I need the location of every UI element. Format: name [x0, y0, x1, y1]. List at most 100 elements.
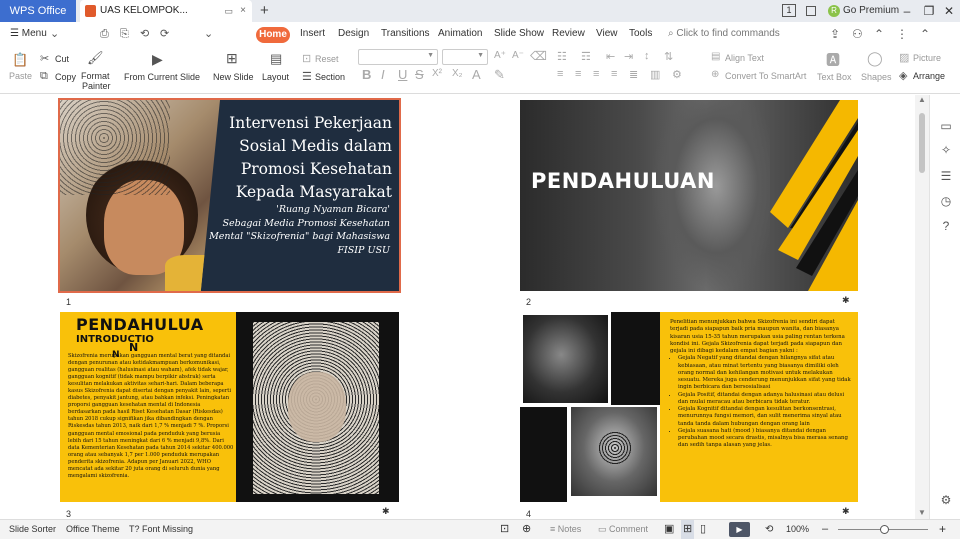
panel-settings-icon[interactable]: ⚙: [938, 493, 954, 507]
highlight-icon[interactable]: ✎: [494, 67, 505, 83]
fit-window-icon[interactable]: ⊡: [500, 520, 509, 539]
text-direction-icon[interactable]: ⇅: [664, 50, 673, 63]
slide-sorter-view-icon[interactable]: ⊞: [681, 520, 695, 539]
picture-button[interactable]: Picture: [913, 53, 941, 63]
menu-button[interactable]: ☰ Menu: [10, 22, 47, 46]
collaborate-icon[interactable]: ⚇: [852, 22, 863, 46]
wps-office-tab[interactable]: WPS Office: [0, 0, 76, 22]
tab-home[interactable]: Home: [256, 27, 290, 43]
new-slide-button[interactable]: New Slide: [213, 72, 254, 82]
print-icon[interactable]: ⎘: [120, 22, 129, 46]
underline-button[interactable]: U: [398, 67, 407, 82]
tab-close-icon[interactable]: ×: [240, 0, 246, 22]
slide-thumbnail-3[interactable]: PENDAHULUA INTRODUCTIO N N Skizofrenia m…: [60, 312, 399, 502]
numbering-icon[interactable]: ☶: [581, 50, 591, 63]
window-count-badge[interactable]: 1: [782, 4, 796, 17]
scroll-up-icon[interactable]: ▲: [918, 95, 926, 104]
office-theme-label[interactable]: Office Theme: [66, 520, 120, 539]
strikethrough-button[interactable]: S: [415, 67, 424, 82]
columns-icon[interactable]: ▥: [650, 68, 660, 81]
tab-animation[interactable]: Animation: [438, 22, 482, 46]
section-button[interactable]: Section: [315, 72, 345, 82]
subscript-button[interactable]: X₂: [452, 68, 463, 79]
redo-icon[interactable]: ⟳: [160, 22, 169, 46]
undo-icon[interactable]: ⟲: [140, 22, 149, 46]
tab-slide-show[interactable]: Slide Show: [494, 22, 544, 46]
scroll-down-icon[interactable]: ▼: [918, 508, 926, 517]
decrease-font-icon[interactable]: A⁻: [512, 50, 524, 61]
document-tab[interactable]: UAS KELOMPOK... SKIZOFRENIA ▭ ×: [80, 0, 252, 38]
notes-button[interactable]: ≡ Notes: [550, 520, 581, 539]
font-missing-button[interactable]: T? Font Missing: [129, 520, 193, 539]
new-tab-button[interactable]: +: [260, 0, 269, 22]
scrollbar-thumb[interactable]: [919, 113, 925, 173]
zoom-out-button[interactable]: –: [822, 520, 828, 539]
distribute-icon[interactable]: ≣: [629, 68, 638, 81]
menu-dropdown-icon[interactable]: ⌄: [50, 22, 59, 46]
increase-indent-icon[interactable]: ⇥: [624, 50, 633, 63]
slide-thumbnail-4[interactable]: Penelitian menunjukkan bahwa Skizofrenia…: [520, 312, 858, 502]
help-panel-icon[interactable]: ?: [938, 219, 954, 233]
cut-button[interactable]: Cut: [55, 54, 69, 64]
layout-button[interactable]: Layout: [262, 72, 289, 82]
slide-thumbnail-2[interactable]: PENDAHULUAN: [520, 100, 858, 291]
tab-pin-icon[interactable]: ▭: [224, 0, 233, 22]
minimize-button[interactable]: –: [896, 0, 918, 22]
align-text-button[interactable]: Align Text: [725, 53, 764, 63]
close-window-button[interactable]: ✕: [938, 0, 960, 22]
apps-grid-icon[interactable]: [806, 6, 816, 16]
slide-sorter-label[interactable]: Slide Sorter: [9, 520, 56, 539]
text-box-button[interactable]: Text Box: [817, 72, 852, 82]
from-current-slide-button[interactable]: From Current Slide: [124, 72, 200, 82]
comment-button[interactable]: ▭ Comment: [598, 520, 648, 539]
zoom-level[interactable]: 100%: [786, 520, 809, 539]
zoom-in-button[interactable]: +: [939, 520, 946, 539]
shapes-button[interactable]: Shapes: [861, 72, 892, 82]
slide-show-play-icon[interactable]: ▶: [729, 522, 750, 537]
tab-review[interactable]: Review: [552, 22, 585, 46]
customize-quick-access-icon[interactable]: ⌄: [204, 22, 213, 46]
align-right-icon[interactable]: ≡: [593, 68, 599, 80]
save-icon[interactable]: ⎙: [100, 22, 109, 46]
paste-button[interactable]: Paste: [9, 71, 32, 81]
restore-button[interactable]: ❐: [918, 0, 940, 22]
spell-check-icon[interactable]: ⊕: [522, 520, 531, 539]
tab-transitions[interactable]: Transitions: [381, 22, 430, 46]
paragraph-settings-icon[interactable]: ⚙: [672, 68, 682, 81]
italic-button[interactable]: I: [381, 67, 385, 82]
reading-view-icon[interactable]: ▯: [700, 520, 706, 539]
animation-star-icon[interactable]: ✱: [842, 295, 850, 306]
convert-smartart-button[interactable]: Convert To SmartArt: [725, 71, 806, 81]
justify-icon[interactable]: ≡: [611, 68, 617, 80]
vertical-scrollbar[interactable]: ▲ ▼: [915, 95, 929, 519]
line-spacing-icon[interactable]: ↕: [644, 50, 650, 62]
font-name-combo[interactable]: ▼: [358, 49, 438, 65]
normal-view-icon[interactable]: ▣: [664, 520, 674, 539]
bullets-icon[interactable]: ☷: [557, 50, 567, 63]
slide-thumbnail-1[interactable]: Intervensi Pekerjaan Sosial Medis dalam …: [58, 98, 401, 293]
expand-icon[interactable]: ⌃: [874, 22, 884, 46]
font-size-combo[interactable]: ▼: [442, 49, 488, 65]
tab-insert[interactable]: Insert: [300, 22, 325, 46]
animation-star-icon[interactable]: ✱: [842, 506, 850, 517]
reset-button[interactable]: Reset: [315, 54, 339, 64]
properties-panel-icon[interactable]: ☰: [938, 169, 954, 183]
more-icon[interactable]: ⋮: [896, 22, 908, 46]
history-panel-icon[interactable]: ◷: [938, 194, 954, 208]
avatar[interactable]: R: [828, 5, 840, 17]
go-premium-button[interactable]: Go Premium: [843, 0, 899, 22]
comment-panel-icon[interactable]: ▭: [938, 119, 954, 133]
format-painter-button[interactable]: Format: [81, 71, 110, 81]
design-panel-icon[interactable]: ✧: [938, 143, 954, 157]
bold-button[interactable]: B: [362, 67, 371, 82]
share-icon[interactable]: ⇪: [830, 22, 840, 46]
decrease-indent-icon[interactable]: ⇤: [606, 50, 615, 63]
zoom-slider-handle[interactable]: [880, 525, 889, 534]
tab-view[interactable]: View: [596, 22, 618, 46]
zoom-fit-icon[interactable]: ⟲: [765, 520, 773, 539]
command-search-input[interactable]: ⌕ Click to find commands: [668, 22, 780, 46]
arrange-button[interactable]: Arrange: [913, 71, 945, 81]
tab-tools[interactable]: Tools: [629, 22, 652, 46]
superscript-button[interactable]: X²: [432, 68, 442, 79]
font-color-icon[interactable]: A: [472, 67, 481, 82]
